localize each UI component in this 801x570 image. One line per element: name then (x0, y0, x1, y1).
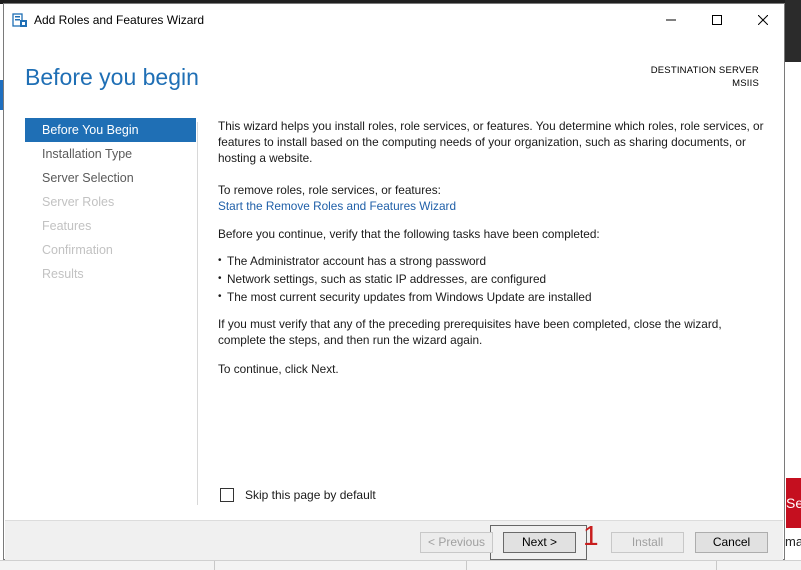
maximize-icon (712, 15, 722, 25)
destination-server-name: MSIIS (732, 78, 759, 89)
skip-page-option[interactable]: Skip this page by default (220, 488, 376, 502)
step-server-roles: Server Roles (42, 195, 115, 209)
minimize-button[interactable] (648, 4, 694, 36)
destination-label: DESTINATION SERVER (650, 65, 759, 76)
close-button[interactable] (740, 4, 786, 36)
background-app-panel (785, 0, 801, 62)
step-server-selection[interactable]: Server Selection (25, 166, 196, 190)
maximize-button[interactable] (694, 4, 740, 36)
cancel-button[interactable]: Cancel (695, 532, 768, 553)
step-features: Features (42, 219, 92, 233)
list-item: The most current security updates from W… (218, 288, 768, 306)
step-confirmation: Confirmation (42, 243, 113, 257)
wizard-header: Before you begin DESTINATION SERVER MSII… (5, 36, 783, 108)
continue-text: To continue, click Next. (218, 362, 339, 376)
wizard-window: Add Roles and Features Wizard Before you… (3, 3, 785, 560)
minimize-icon (666, 19, 676, 21)
next-button[interactable]: Next > (503, 532, 576, 553)
step-annotation-number: 1 (583, 520, 599, 551)
install-button[interactable]: Install (611, 532, 684, 553)
previous-button[interactable]: < Previous (420, 532, 493, 553)
step-before-you-begin[interactable]: Before You Begin (25, 118, 196, 142)
wizard-content: Before You Begin Installation Type Serve… (5, 108, 783, 520)
skip-page-checkbox[interactable] (220, 488, 234, 502)
skip-page-label: Skip this page by default (245, 488, 376, 502)
wizard-steps-nav: Before You Begin Installation Type Serve… (25, 118, 196, 286)
title-bar[interactable]: Add Roles and Features Wizard (4, 4, 784, 36)
intro-text: This wizard helps you install roles, rol… (218, 119, 764, 165)
list-item: Network settings, such as static IP addr… (218, 270, 768, 288)
window-title: Add Roles and Features Wizard (34, 13, 205, 27)
background-tile-text: Se (786, 495, 801, 511)
remove-wizard-link[interactable]: Start the Remove Roles and Features Wiza… (218, 199, 456, 213)
list-item: The Administrator account has a strong p… (218, 252, 768, 270)
verify-text: Before you continue, verify that the fol… (218, 227, 600, 241)
wizard-footer: < Previous Next > Install Cancel (5, 520, 783, 560)
destination-server-info: DESTINATION SERVER MSIIS (651, 64, 759, 90)
remove-text: To remove roles, role services, or featu… (218, 183, 441, 197)
background-app-tile[interactable]: Se (786, 478, 801, 528)
nav-divider (197, 122, 198, 505)
main-panel: This wizard helps you install roles, rol… (218, 118, 768, 377)
step-results: Results (42, 267, 84, 281)
background-app-text: ma (785, 534, 801, 549)
server-manager-icon (12, 13, 27, 27)
page-title: Before you begin (25, 64, 199, 90)
prerequisite-text: If you must verify that any of the prece… (218, 317, 722, 347)
step-installation-type[interactable]: Installation Type (25, 142, 196, 166)
prerequisite-list: The Administrator account has a strong p… (218, 252, 768, 306)
close-icon (758, 15, 768, 25)
